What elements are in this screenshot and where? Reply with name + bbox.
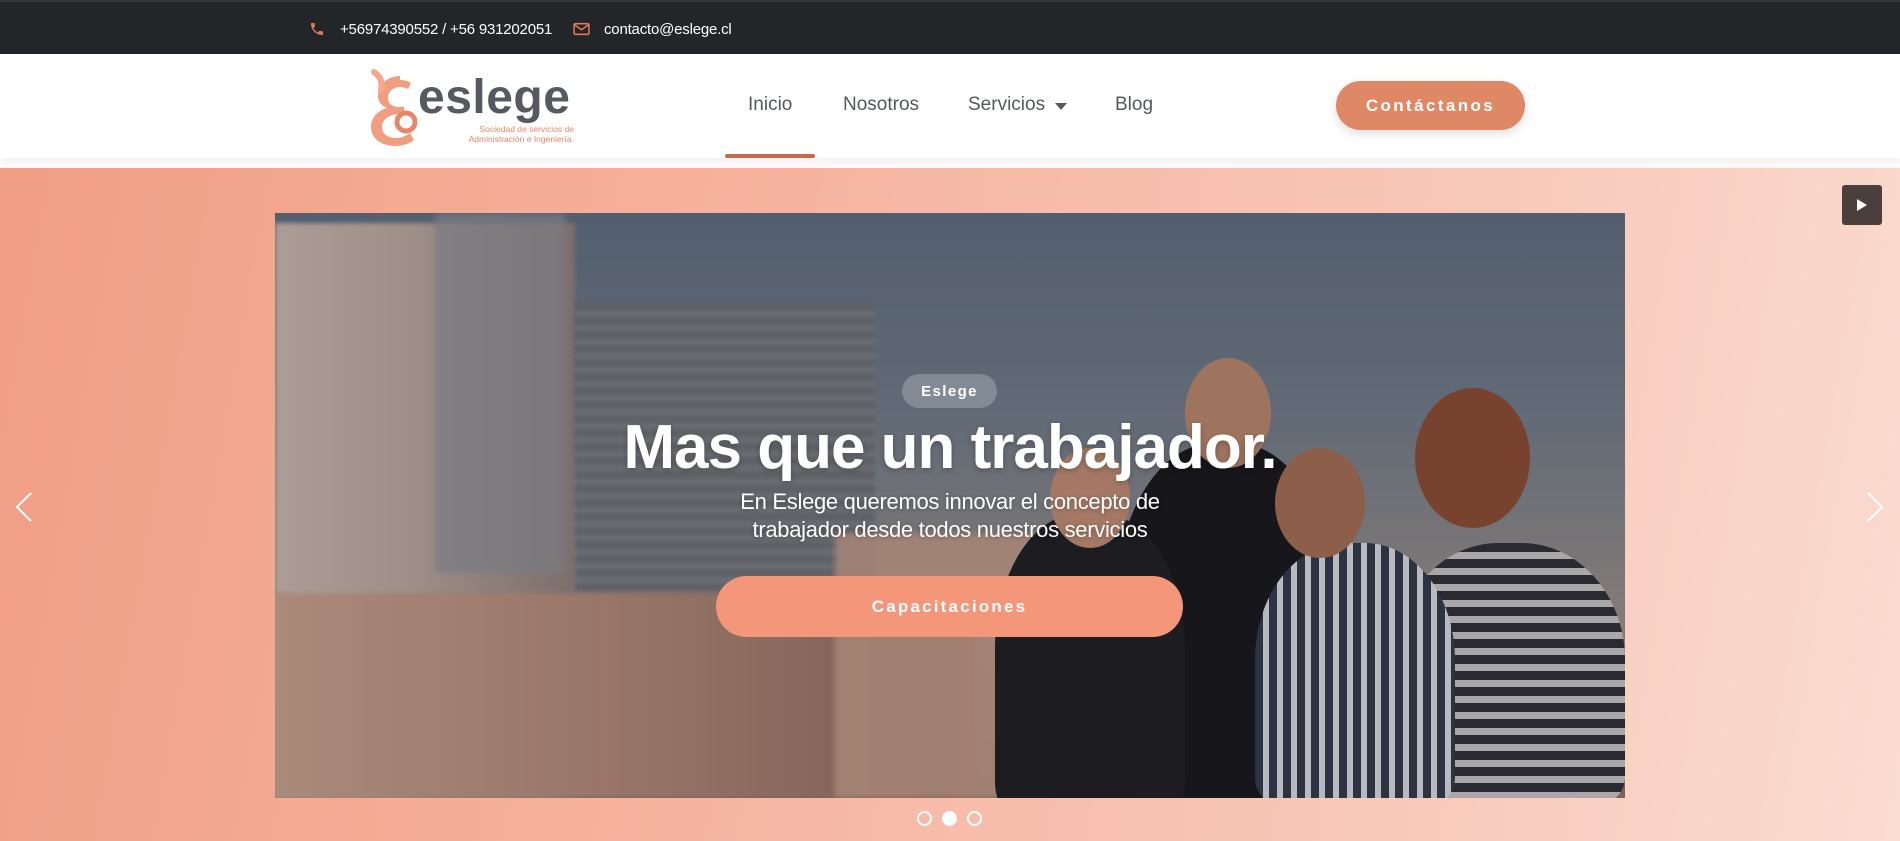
nav-item-nosotros[interactable]: Nosotros	[843, 94, 919, 116]
nav-label: Blog	[1115, 94, 1154, 115]
nav-label: Nosotros	[843, 94, 920, 115]
nav-item-inicio[interactable]: Inicio	[724, 94, 816, 158]
slide-dot-1[interactable]	[917, 811, 932, 826]
phone-text: +56974390552 / +56 931202051	[340, 20, 553, 38]
slide-subtitle-line-2: trabajador desde todos nuestros servicio…	[752, 517, 1148, 542]
email-text: contacto@eslege.cl	[604, 20, 732, 38]
caret-down-icon	[1055, 102, 1068, 110]
logo-wordmark: eslege	[418, 71, 571, 124]
slide-headline: Mas que un trabajador.	[623, 413, 1277, 482]
phone-contact[interactable]: +56974390552 / +56 931202051	[306, 18, 552, 40]
slide-subtitle: En Eslege queremos innovar el concepto d…	[670, 488, 1230, 544]
slide-badge: Eslege	[902, 374, 997, 408]
nav-label: Inicio	[748, 94, 793, 115]
contactanos-button[interactable]: Contáctanos	[1336, 81, 1525, 130]
top-contact-bar: +56974390552 / +56 931202051 contacto@es…	[0, 0, 1900, 54]
logo-tagline-line-1: Sociedad de servicios de	[479, 124, 574, 134]
nav-item-servicios[interactable]: Servicios	[968, 94, 1068, 116]
slide-subtitle-line-1: En Eslege queremos innovar el concepto d…	[740, 489, 1160, 514]
logo-tagline: Sociedad de servicios de Administración …	[446, 124, 574, 144]
capacitaciones-button[interactable]: Capacitaciones	[716, 576, 1183, 637]
nav-label: Servicios	[968, 94, 1046, 115]
email-contact[interactable]: contacto@eslege.cl	[570, 18, 732, 40]
slide-dot-3[interactable]	[967, 811, 982, 826]
chevron-right-icon[interactable]	[1861, 490, 1889, 524]
phone-icon	[306, 18, 328, 40]
nav-item-blog[interactable]: Blog	[1115, 94, 1153, 116]
logo-tagline-line-2: Administración e Ingeniería.	[468, 134, 574, 144]
slide-dot-2[interactable]	[942, 811, 957, 826]
site-header: eslege Sociedad de servicios de Administ…	[0, 54, 1900, 158]
slider-pagination	[917, 811, 982, 826]
eslege-logo[interactable]: eslege Sociedad de servicios de Administ…	[360, 64, 580, 148]
envelope-icon	[570, 18, 592, 40]
play-icon[interactable]	[1842, 185, 1882, 225]
chevron-left-icon[interactable]	[10, 490, 38, 524]
